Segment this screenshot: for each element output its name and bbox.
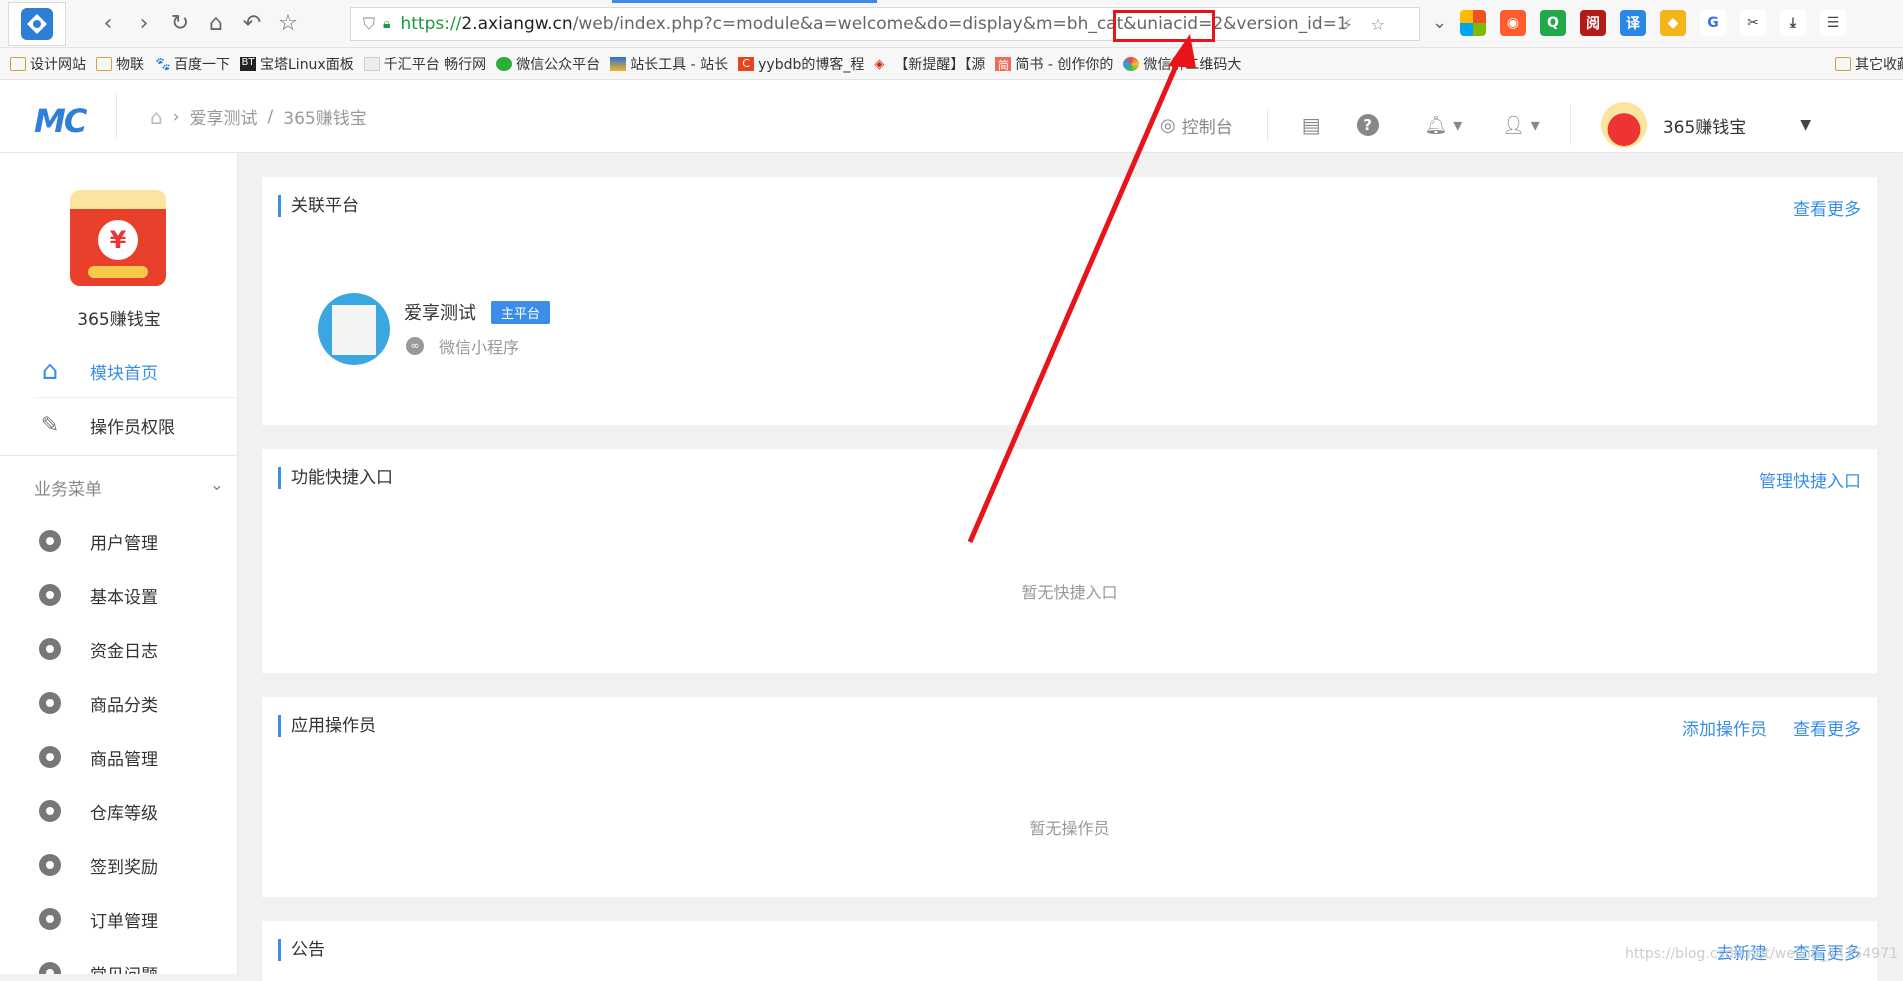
annotation-arrow	[967, 34, 1196, 543]
